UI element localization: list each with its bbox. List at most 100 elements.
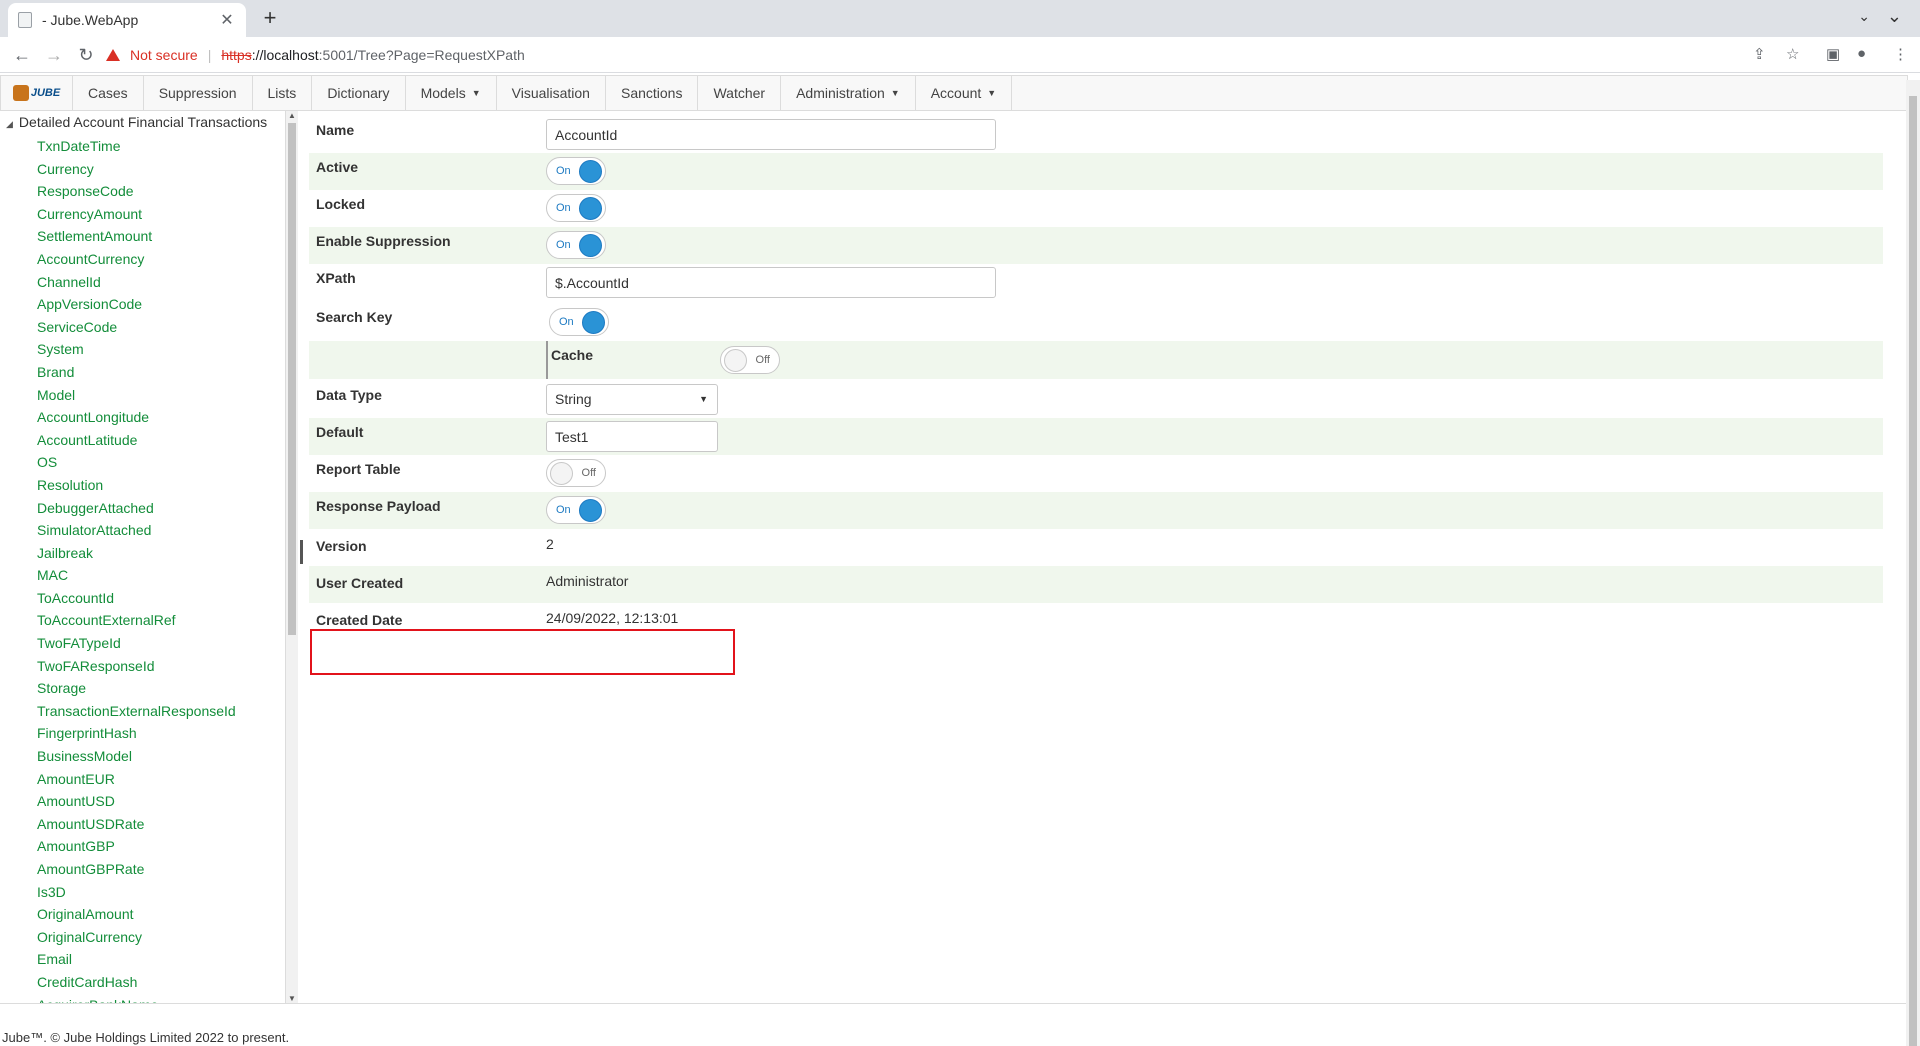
toggle-text: On — [559, 316, 574, 328]
xpath-input[interactable] — [546, 267, 996, 298]
tree-item[interactable]: Email — [37, 950, 236, 973]
nav-models[interactable]: Models ▼ — [406, 76, 497, 110]
tree-item[interactable]: Currency — [37, 160, 236, 183]
tree-item[interactable]: ChannelId — [37, 273, 236, 296]
tree-item[interactable]: AmountEUR — [37, 770, 236, 793]
address-bar[interactable]: Not secure | https ://localhost :5001/Tr… — [106, 39, 1786, 71]
share-icon[interactable]: ⇪ — [1753, 45, 1766, 63]
nav-administration[interactable]: Administration ▼ — [781, 76, 916, 110]
nav-visualisation[interactable]: Visualisation — [497, 76, 606, 110]
tree-item[interactable]: FingerprintHash — [37, 724, 236, 747]
tree-item[interactable]: AcquirerBankName — [37, 996, 236, 1003]
forward-arrow-icon[interactable]: → — [42, 43, 66, 67]
back-arrow-icon[interactable]: ← — [10, 43, 34, 67]
nav-label: Account — [930, 85, 982, 101]
nav-suppression[interactable]: Suppression — [144, 76, 253, 110]
tree-item[interactable]: AccountLatitude — [37, 431, 236, 454]
nav-label: Cases — [88, 85, 128, 101]
tree-item[interactable]: AmountGBPRate — [37, 860, 236, 883]
tree-item[interactable]: OriginalAmount — [37, 905, 236, 928]
scroll-down-arrow-icon[interactable]: ▼ — [288, 994, 296, 1003]
search-key-toggle[interactable]: On — [549, 308, 609, 336]
jube-logo[interactable]: JUBE — [1, 76, 73, 110]
tree-item[interactable]: Brand — [37, 363, 236, 386]
collapse-triangle-icon[interactable]: ◢ — [6, 119, 13, 129]
pane-splitter[interactable] — [300, 540, 303, 564]
tree-item[interactable]: OS — [37, 453, 236, 476]
nav-dictionary[interactable]: Dictionary — [312, 76, 406, 110]
active-toggle[interactable]: On — [546, 157, 606, 185]
data-type-select[interactable]: String ▼ — [546, 384, 718, 415]
profile-icon[interactable]: ● — [1857, 45, 1866, 62]
row-data-type: Data Type String ▼ — [309, 381, 1883, 418]
caret-down-icon: ▼ — [471, 88, 481, 98]
tree-item[interactable]: AccountLongitude — [37, 408, 236, 431]
window-control-icon[interactable]: ⌄ — [1887, 6, 1902, 27]
scrollbar-thumb[interactable] — [288, 123, 296, 635]
tree-item[interactable]: Jailbreak — [37, 544, 236, 567]
tree-scrollbar[interactable]: ▲ ▼ — [286, 111, 298, 1003]
tree-item[interactable]: TwoFATypeId — [37, 634, 236, 657]
tree-item[interactable]: AmountGBP — [37, 837, 236, 860]
user-created-value: Administrator — [546, 573, 629, 589]
caret-down-icon: ▼ — [987, 88, 997, 98]
enable-suppression-label: Enable Suppression — [316, 233, 451, 249]
tree-item[interactable]: AppVersionCode — [37, 295, 236, 318]
side-panel-icon[interactable]: ▣ — [1826, 45, 1840, 63]
tree-item[interactable]: AccountCurrency — [37, 250, 236, 273]
tree-item[interactable]: ToAccountId — [37, 589, 236, 612]
url-path: :5001/Tree?Page=RequestXPath — [318, 47, 525, 63]
page-icon — [18, 12, 32, 28]
scroll-up-arrow-icon[interactable]: ▲ — [288, 111, 296, 120]
tree-item[interactable]: OriginalCurrency — [37, 928, 236, 951]
close-icon[interactable]: ✕ — [218, 10, 236, 30]
tree-item[interactable]: TransactionExternalResponseId — [37, 702, 236, 725]
scrollbar-thumb[interactable] — [1909, 96, 1917, 1046]
tree-item[interactable]: Model — [37, 386, 236, 409]
tree-item[interactable]: SettlementAmount — [37, 227, 236, 250]
tab-search-icon[interactable]: ⌄ — [1858, 8, 1870, 25]
tree-item[interactable]: ResponseCode — [37, 182, 236, 205]
report-table-toggle[interactable]: Off — [546, 459, 606, 487]
nav-cases[interactable]: Cases — [73, 76, 144, 110]
page-scrollbar[interactable] — [1906, 80, 1920, 1046]
tree-item[interactable]: DebuggerAttached — [37, 499, 236, 522]
tree-item[interactable]: TxnDateTime — [37, 137, 236, 160]
tree-item[interactable]: ToAccountExternalRef — [37, 611, 236, 634]
tree-item[interactable]: MAC — [37, 566, 236, 589]
nav-label: Models — [420, 85, 466, 101]
tree-item[interactable]: SimulatorAttached — [37, 521, 236, 544]
row-enable-suppression: Enable Suppression On — [309, 227, 1883, 264]
cache-toggle[interactable]: Off — [720, 346, 780, 374]
tree-item[interactable]: AmountUSD — [37, 792, 236, 815]
row-locked: Locked On — [309, 190, 1883, 227]
tree-item[interactable]: CreditCardHash — [37, 973, 236, 996]
caret-down-icon: ▼ — [890, 88, 900, 98]
nav-account[interactable]: Account ▼ — [916, 76, 1013, 110]
tree-root-node[interactable]: ◢ Detailed Account Financial Transactions — [6, 114, 267, 130]
reload-icon[interactable]: ↻ — [74, 43, 98, 67]
tree-item[interactable]: System — [37, 340, 236, 363]
bookmark-star-icon[interactable]: ☆ — [1786, 45, 1799, 63]
tree-item[interactable]: Is3D — [37, 883, 236, 906]
tree-item[interactable]: AmountUSDRate — [37, 815, 236, 838]
menu-dots-icon[interactable]: ⋮ — [1893, 45, 1908, 63]
active-label: Active — [316, 159, 359, 175]
default-input[interactable] — [546, 421, 718, 452]
tree-item[interactable]: ServiceCode — [37, 318, 236, 341]
tree-item[interactable]: BusinessModel — [37, 747, 236, 770]
locked-toggle[interactable]: On — [546, 194, 606, 222]
nav-watcher[interactable]: Watcher — [698, 76, 782, 110]
name-input[interactable] — [546, 119, 996, 150]
tree-item[interactable]: TwoFAResponseId — [37, 657, 236, 680]
version-value: 2 — [546, 536, 554, 552]
tree-item[interactable]: Storage — [37, 679, 236, 702]
response-payload-toggle[interactable]: On — [546, 496, 606, 524]
nav-sanctions[interactable]: Sanctions — [606, 76, 699, 110]
new-tab-button[interactable]: + — [257, 6, 283, 32]
browser-tab[interactable]: - Jube.WebApp ✕ — [8, 3, 246, 37]
tree-item[interactable]: CurrencyAmount — [37, 205, 236, 228]
tree-item[interactable]: Resolution — [37, 476, 236, 499]
enable-suppression-toggle[interactable]: On — [546, 231, 606, 259]
nav-lists[interactable]: Lists — [253, 76, 313, 110]
